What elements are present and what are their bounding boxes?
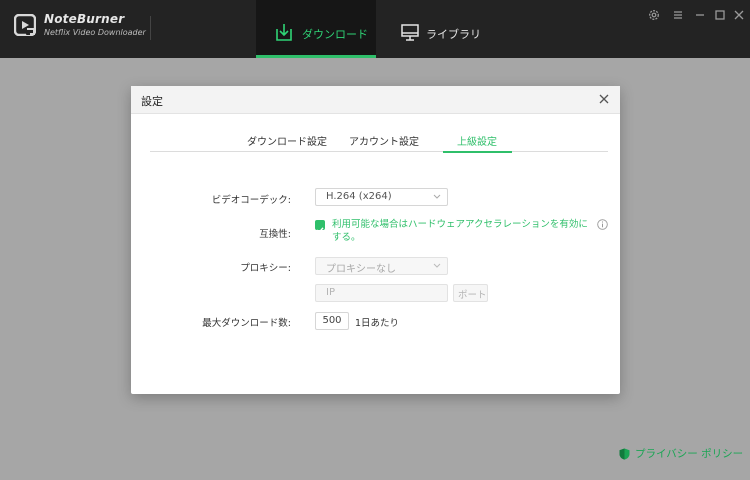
video-codec-label: ビデオコーデック: (211, 195, 291, 206)
nav-tab-download[interactable]: ダウンロード (256, 0, 376, 58)
hardware-accel-text: 利用可能な場合はハードウェアアクセラレーションを有効にする。 (332, 219, 588, 243)
proxy-label: プロキシー: (240, 263, 291, 274)
nav-library-label: ライブラリ (426, 28, 481, 41)
video-codec-select[interactable]: H.264 (x264) (315, 188, 448, 206)
privacy-policy-text: プライバシー ポリシー (635, 448, 744, 460)
close-window-icon[interactable] (732, 8, 746, 22)
settings-dialog: 設定 ダウンロード設定 アカウント設定 上級設定 ビデオコーデック: H.264… (131, 86, 620, 394)
settings-gear-icon[interactable] (647, 8, 661, 22)
nav-download-label: ダウンロード (302, 28, 368, 41)
dialog-header: 設定 (131, 86, 620, 114)
video-codec-value: H.264 (x264) (326, 191, 392, 202)
dialog-title: 設定 (141, 95, 163, 108)
info-icon[interactable] (597, 219, 608, 230)
title-bar: NoteBurner Netflix Video Downloader ダウンロ… (0, 0, 750, 58)
settings-tabs: ダウンロード設定 アカウント設定 上級設定 (150, 130, 608, 153)
checkmark-icon (316, 227, 324, 234)
noteburner-logo-icon (14, 14, 36, 36)
close-icon[interactable] (597, 92, 611, 106)
monitor-icon (401, 24, 419, 41)
tab-advanced-settings[interactable]: 上級設定 (443, 130, 512, 153)
proxy-value: プロキシーなし (326, 264, 396, 275)
max-downloads-input[interactable]: 500 (315, 312, 349, 330)
chevron-down-icon (433, 263, 441, 268)
nav-tab-library[interactable]: ライブラリ (396, 0, 506, 58)
compat-label: 互換性: (259, 229, 291, 240)
maximize-icon[interactable] (713, 8, 727, 22)
app-name: NoteBurner (44, 12, 125, 26)
tab-download-settings[interactable]: ダウンロード設定 (247, 133, 327, 148)
shield-icon (619, 448, 630, 460)
menu-icon[interactable] (671, 8, 685, 22)
max-downloads-label: 最大ダウンロード数: (202, 318, 291, 329)
chevron-down-icon (433, 194, 441, 199)
minimize-icon[interactable] (693, 8, 707, 22)
proxy-select[interactable]: プロキシーなし (315, 257, 448, 275)
tab-account-settings[interactable]: アカウント設定 (349, 133, 419, 148)
app-subtitle: Netflix Video Downloader (44, 28, 146, 37)
hardware-accel-checkbox[interactable] (315, 220, 325, 234)
proxy-ip-field[interactable]: IP (315, 284, 448, 302)
privacy-policy-link[interactable]: プライバシー ポリシー (619, 446, 743, 461)
proxy-port-field[interactable]: ポート (453, 284, 488, 302)
per-day-label: 1日あたり (355, 318, 400, 329)
brand-divider (150, 16, 151, 40)
download-icon (276, 24, 292, 41)
